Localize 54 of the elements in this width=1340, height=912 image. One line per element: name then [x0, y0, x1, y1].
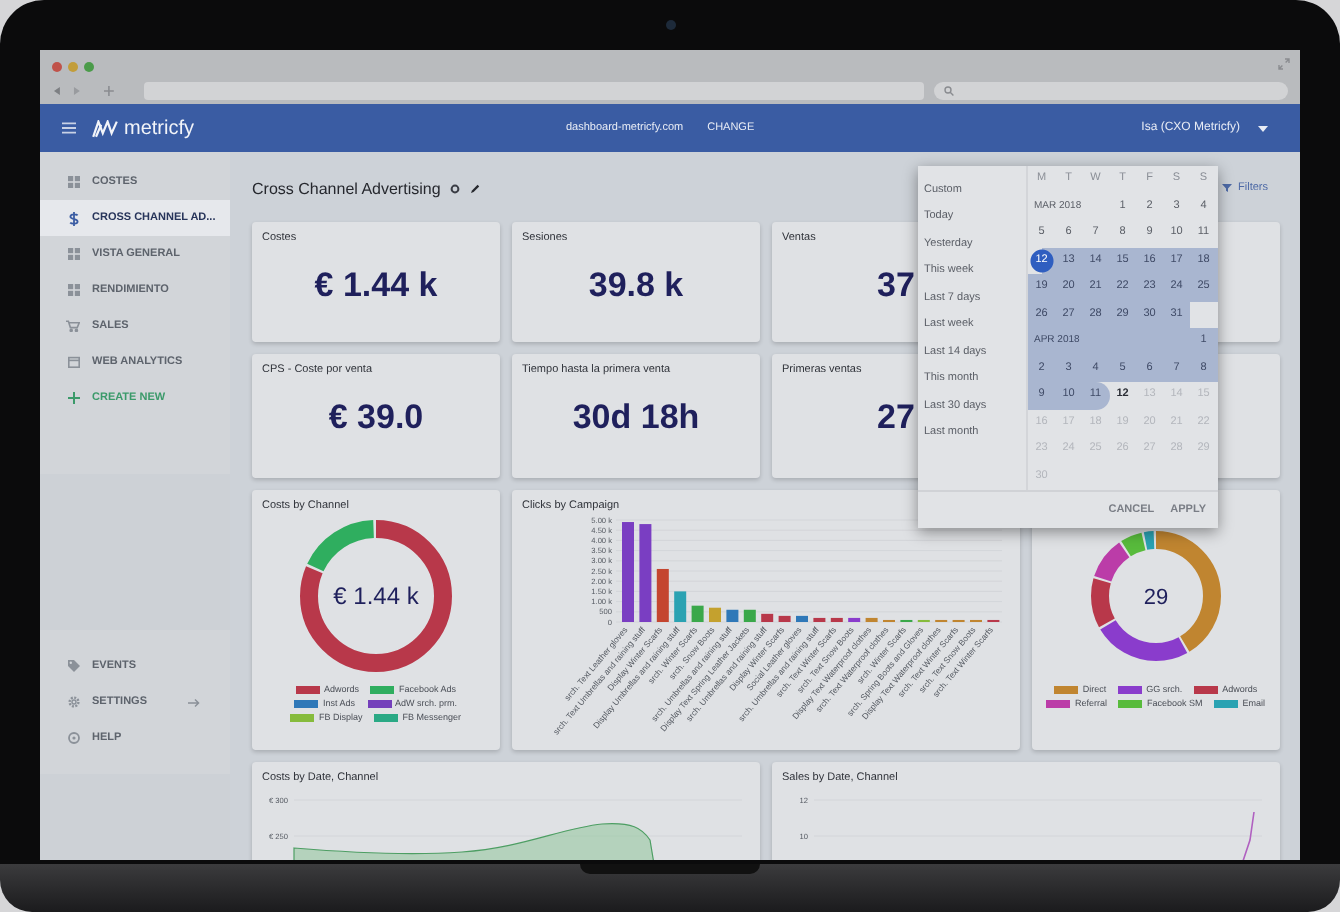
settings-icon[interactable] [450, 183, 461, 193]
logo-text: metricfy [124, 117, 194, 139]
close-button[interactable] [52, 61, 62, 71]
kpi-value: € 39.0 [328, 398, 424, 438]
menu-icon[interactable] [62, 122, 76, 134]
kpi-value: 39.8 k [588, 266, 684, 306]
camera-icon [665, 20, 675, 30]
dollar-icon [67, 211, 79, 225]
plus-icon[interactable] [103, 85, 114, 95]
search-icon [944, 85, 955, 95]
expand-icon[interactable] [1278, 58, 1290, 70]
chart-bar [778, 615, 791, 622]
chart-bar [813, 617, 826, 622]
address-field[interactable] [143, 81, 925, 99]
chart-bar [656, 568, 669, 622]
chart-bar [743, 609, 756, 622]
back-icon[interactable] [52, 85, 62, 95]
arrow-icon [187, 697, 200, 707]
chart-bar [796, 615, 808, 622]
chart-bar [726, 609, 739, 622]
donut-center-value: 29 [1143, 586, 1169, 610]
page-title: Cross Channel Advertising [252, 179, 441, 197]
chart-bar [674, 591, 687, 622]
chart-bar [865, 617, 878, 622]
grid-icon [67, 284, 79, 296]
filter-icon [1222, 184, 1233, 192]
pencil-icon[interactable] [470, 183, 481, 193]
chart-bar [830, 617, 843, 622]
caret-icon[interactable] [1258, 125, 1268, 131]
donut-center-value: € 1.44 k [333, 582, 419, 610]
help-icon [67, 732, 79, 744]
search-field[interactable] [934, 81, 1288, 99]
chart-bar [709, 607, 721, 622]
minimize-button[interactable] [68, 61, 78, 71]
forward-icon[interactable] [71, 85, 82, 95]
chart-bar [761, 613, 774, 622]
plus-icon [67, 392, 79, 404]
grid-icon [67, 176, 79, 188]
kpi-value: € 1.44 k [314, 266, 438, 306]
calendar-icon [67, 356, 79, 368]
chart-bar [691, 605, 704, 622]
kpi-value: 27 [877, 398, 915, 438]
tag-icon [67, 660, 79, 672]
kpi-value: 30d 18h [572, 398, 700, 438]
chart-bar [639, 524, 652, 622]
chart-bar [622, 522, 634, 622]
line-chart-drawing [1241, 811, 1255, 860]
gear-icon [67, 696, 79, 708]
maximize-button[interactable] [84, 61, 94, 71]
grid-icon [67, 248, 79, 260]
chart-bar [848, 617, 861, 622]
kpi-value: 37 [877, 266, 915, 306]
cart-icon [66, 320, 80, 332]
logo-icon [92, 119, 118, 137]
